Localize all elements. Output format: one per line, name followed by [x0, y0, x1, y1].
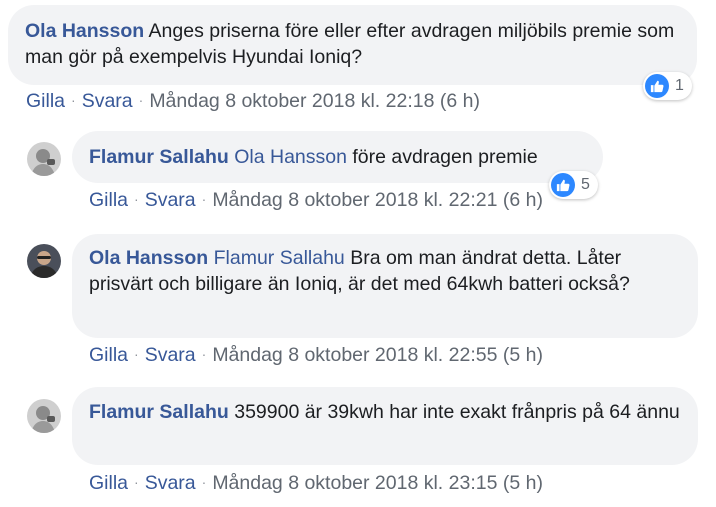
like-thumb-icon [551, 173, 575, 197]
like-link[interactable]: Gilla [89, 189, 128, 211]
reply-link[interactable]: Svara [145, 189, 196, 211]
comment-timestamp[interactable]: Måndag 8 oktober 2018 kl. 22:55 (5 h) [212, 344, 543, 366]
reply-link[interactable]: Svara [145, 472, 196, 494]
comment-author[interactable]: Flamur Sallahu [89, 401, 229, 423]
comment-timestamp[interactable]: Måndag 8 oktober 2018 kl. 23:15 (5 h) [212, 472, 543, 494]
comment-author[interactable]: Flamur Sallahu [89, 146, 229, 168]
comment-text: före avdragen premie [352, 146, 538, 168]
like-thumb-icon [645, 74, 669, 98]
comment-mention[interactable]: Flamur Sallahu [214, 247, 345, 269]
reaction-count-label: 1 [675, 77, 684, 94]
reaction-count[interactable]: 5 [549, 171, 598, 199]
comment-actions: Gilla · Svara · Måndag 8 oktober 2018 kl. 23… [89, 472, 543, 494]
comment-mention[interactable]: Ola Hansson [234, 146, 347, 168]
comment-bubble: Flamur Sallahu Ola Hansson före avdragen… [72, 131, 603, 183]
avatar[interactable] [27, 142, 61, 176]
comment-actions: Gilla · Svara · Måndag 8 oktober 2018 kl. 22… [26, 90, 480, 112]
reaction-count[interactable]: 1 [643, 72, 692, 100]
avatar[interactable] [27, 399, 61, 433]
reply-link[interactable]: Svara [82, 90, 133, 112]
comment-bubble: Ola Hansson Flamur Sallahu Bra om man än… [72, 234, 698, 338]
comment-bubble: Flamur Sallahu 359900 är 39kwh har inte … [72, 387, 698, 465]
comment-text: 359900 är 39kwh har inte exakt frånpris … [234, 401, 680, 423]
reaction-count-label: 5 [581, 176, 590, 193]
comment-actions: Gilla · Svara · Måndag 8 oktober 2018 kl. 22… [89, 344, 543, 366]
like-link[interactable]: Gilla [89, 344, 128, 366]
comment-timestamp[interactable]: Måndag 8 oktober 2018 kl. 22:21 (6 h) [212, 189, 543, 211]
comment-timestamp[interactable]: Måndag 8 oktober 2018 kl. 22:18 (6 h) [149, 90, 480, 112]
avatar[interactable] [27, 244, 61, 278]
comment-bubble: Ola Hansson Anges priserna före eller ef… [8, 5, 697, 85]
comment-author[interactable]: Ola Hansson [25, 20, 144, 42]
like-link[interactable]: Gilla [89, 472, 128, 494]
comment-actions: Gilla · Svara · Måndag 8 oktober 2018 kl. 22… [89, 189, 543, 211]
comment-author[interactable]: Ola Hansson [89, 247, 208, 269]
like-link[interactable]: Gilla [26, 90, 65, 112]
reply-link[interactable]: Svara [145, 344, 196, 366]
